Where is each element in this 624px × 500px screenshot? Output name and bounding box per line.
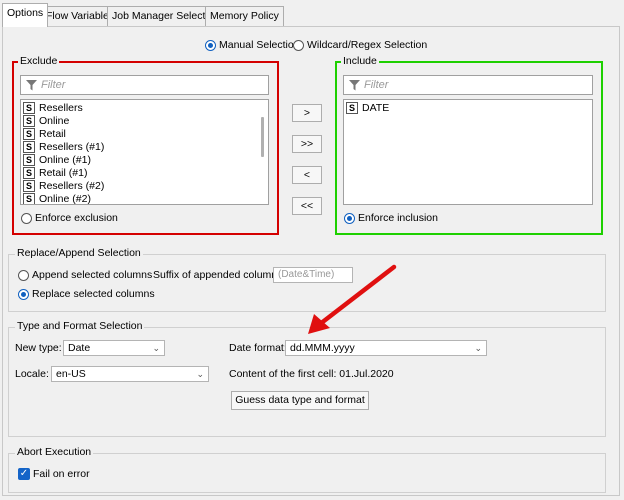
list-item[interactable]: S Resellers [23, 102, 83, 115]
chevron-down-icon: ⌄ [152, 343, 160, 353]
string-type-icon: S [23, 141, 35, 153]
add-all-button[interactable]: >> [292, 135, 322, 153]
exclude-list[interactable]: S Resellers S Online S Retail S Resellers (#… [20, 99, 269, 205]
enforce-exclusion-label: Enforce exclusion [35, 212, 118, 224]
new-type-label: New type: [15, 342, 62, 354]
fail-on-error-label: Fail on error [33, 468, 90, 480]
list-item[interactable]: S Online (#1) [23, 154, 91, 167]
remove-all-button[interactable]: << [292, 197, 322, 215]
exclude-filter-placeholder: Filter [41, 79, 66, 91]
string-type-icon: S [23, 102, 35, 114]
abort-execution-title: Abort Execution [15, 446, 94, 458]
type-format-title: Type and Format Selection [15, 320, 145, 332]
list-item[interactable]: S Retail [23, 128, 66, 141]
string-type-icon: S [346, 102, 358, 114]
chevron-down-icon: ⌄ [196, 369, 204, 379]
list-item[interactable]: S Retail (#1) [23, 167, 87, 180]
first-cell-content: Content of the first cell: 01.Jul.2020 [229, 368, 394, 380]
append-columns-radio[interactable] [18, 270, 29, 281]
string-type-icon: S [23, 180, 35, 192]
list-item[interactable]: S Resellers (#2) [23, 180, 104, 193]
guess-format-button[interactable]: Guess data type and format [231, 391, 369, 410]
exclude-title: Exclude [18, 55, 60, 67]
include-title: Include [341, 55, 379, 67]
fail-on-error-checkbox[interactable]: ✓ [18, 468, 30, 480]
append-columns-label: Append selected columns [32, 269, 153, 281]
remove-button[interactable]: < [292, 166, 322, 184]
replace-append-title: Replace/Append Selection [15, 247, 143, 259]
exclude-scrollbar-thumb[interactable] [261, 117, 264, 157]
manual-selection-radio[interactable] [205, 40, 216, 51]
list-item[interactable]: S Online [23, 115, 69, 128]
new-type-select[interactable]: Date ⌄ [63, 340, 165, 356]
list-item[interactable]: S Online (#2) [23, 193, 91, 204]
list-item[interactable]: S DATE [346, 102, 389, 115]
enforce-exclusion-radio[interactable] [21, 213, 32, 224]
string-type-icon: S [23, 154, 35, 166]
include-filter-placeholder: Filter [364, 79, 389, 91]
wildcard-selection-radio[interactable] [293, 40, 304, 51]
locale-label: Locale: [15, 368, 49, 380]
filter-icon [349, 80, 360, 91]
tab-bar: Options Flow Variables Job Manager Selec… [0, 0, 624, 27]
annotation-arrow-icon [308, 264, 397, 334]
exclude-filter-input[interactable]: Filter [20, 75, 269, 95]
filter-icon [26, 80, 37, 91]
chevron-down-icon: ⌄ [474, 343, 482, 353]
replace-columns-label: Replace selected columns [32, 288, 155, 300]
string-type-icon: S [23, 128, 35, 140]
locale-select[interactable]: en-US ⌄ [51, 366, 209, 382]
string-type-icon: S [23, 193, 35, 204]
add-button[interactable]: > [292, 104, 322, 122]
include-filter-input[interactable]: Filter [343, 75, 593, 95]
abort-execution-group: Abort Execution [8, 446, 606, 493]
include-list[interactable]: S DATE [343, 99, 593, 205]
string-type-icon: S [23, 115, 35, 127]
tab-options[interactable]: Options [2, 3, 49, 27]
string-type-icon: S [23, 167, 35, 179]
enforce-inclusion-label: Enforce inclusion [358, 212, 438, 224]
suffix-label: Suffix of appended columns: [153, 269, 286, 281]
manual-selection-label: Manual Selection [219, 39, 300, 51]
wildcard-selection-label: Wildcard/Regex Selection [307, 39, 428, 51]
tab-memory-policy[interactable]: Memory Policy [205, 6, 284, 26]
list-item[interactable]: S Resellers (#1) [23, 141, 104, 154]
date-format-label: Date format: [229, 342, 287, 354]
date-format-select[interactable]: dd.MMM.yyyy ⌄ [285, 340, 487, 356]
replace-columns-radio[interactable] [18, 289, 29, 300]
enforce-inclusion-radio[interactable] [344, 213, 355, 224]
